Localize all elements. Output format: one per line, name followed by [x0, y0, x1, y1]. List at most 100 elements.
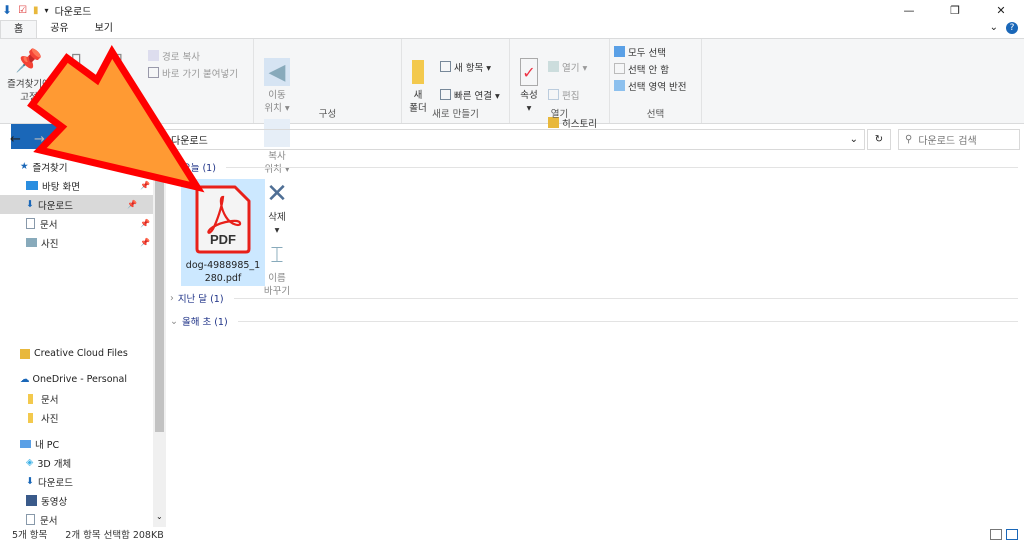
large-icons-view-button[interactable]: [1006, 529, 1018, 540]
refresh-button[interactable]: ↻: [867, 129, 891, 150]
sidebar-scroll-thumb[interactable]: [155, 157, 164, 432]
select-none-icon: [614, 63, 625, 74]
folder-icon: [405, 58, 431, 86]
tab-view[interactable]: 보기: [82, 20, 126, 38]
tab-home[interactable]: 홈: [0, 20, 38, 38]
folder-quick-icon[interactable]: ▮: [33, 5, 39, 16]
sidebar-item-pictures[interactable]: 사진 📌: [0, 233, 166, 252]
select-none-button[interactable]: 선택 안 함: [614, 60, 697, 77]
status-bar: 5개 항목 2개 항목 선택함 208KB: [0, 527, 1024, 541]
3d-objects-icon: ◈: [26, 457, 34, 468]
sidebar-item-onedrive-documents[interactable]: 문서: [0, 389, 166, 408]
pin-icon: 📌: [127, 200, 137, 209]
open-icon: [548, 61, 559, 72]
quick-access-dropdown[interactable]: ▾: [45, 6, 49, 15]
sidebar-item-desktop[interactable]: 바탕 화면 📌: [0, 176, 166, 195]
easy-access-icon: [440, 89, 451, 100]
group-header-last-month[interactable]: › 지난 달 (1): [170, 288, 1024, 308]
star-icon: ★: [20, 161, 29, 172]
select-group: 모두 선택 선택 안 함 선택 영역 반전 선택: [610, 39, 702, 123]
search-icon: ⚲: [905, 134, 913, 145]
pin-quick-access-button[interactable]: 📌 즐겨찾기에 고정: [4, 43, 54, 104]
sidebar-item-creative-cloud[interactable]: Creative Cloud Files: [0, 344, 166, 363]
paste-shortcut-icon: [148, 67, 159, 78]
file-item-pdf[interactable]: PDF dog-4988985_1280.pdf: [181, 179, 265, 286]
copy-icon: ▯: [70, 48, 83, 74]
sidebar-item-videos[interactable]: 동영상: [0, 491, 166, 510]
pc-icon: [20, 439, 31, 448]
chevron-right-icon: ›: [170, 292, 174, 304]
select-all-button[interactable]: 모두 선택: [614, 43, 697, 60]
new-group: 새 폴더 새 항목 ▾ 빠른 연결 ▾ 새로 만들기: [402, 39, 510, 123]
sidebar-item-favorites[interactable]: ★ 즐겨찾기: [0, 157, 166, 176]
file-list: ⌄ 오늘 (1) PDF dog-4988985_1280.pdf › 지난 달 (…: [170, 157, 1024, 527]
sidebar-item-this-pc[interactable]: 내 PC: [0, 434, 166, 453]
address-bar[interactable]: 다운로드 ⌄: [150, 129, 865, 150]
folder-icon: [28, 393, 33, 404]
svg-text:PDF: PDF: [210, 232, 236, 247]
pdf-file-icon: PDF: [195, 185, 251, 254]
folder-icon: [28, 412, 33, 423]
copy-button[interactable]: ▯: [57, 43, 95, 78]
paste-button[interactable]: ▯: [98, 43, 136, 78]
invert-selection-button[interactable]: 선택 영역 반전: [614, 77, 697, 94]
file-name: dog-4988985_1280.pdf: [185, 260, 261, 284]
edit-icon: [548, 89, 559, 100]
edit-button[interactable]: 편집: [548, 86, 597, 103]
paste-icon: ▯: [111, 48, 124, 74]
details-view-button[interactable]: [990, 529, 1002, 540]
new-item-icon: [440, 61, 451, 72]
properties-quick-icon[interactable]: ☑: [18, 5, 27, 16]
pin-icon: 📌: [15, 48, 43, 74]
download-icon: ⬇: [2, 3, 13, 17]
video-icon: [26, 495, 37, 506]
organize-group: ◀ 이동 위치 ▾ 복사 위치 ▾ ✕ 삭제 ▾ ⌶ 이름 바꾸기 구성: [254, 39, 402, 297]
window-title: 다운로드: [54, 6, 92, 18]
group-header-earlier-this-year[interactable]: ⌄ 올해 초 (1): [170, 311, 1024, 331]
close-button[interactable]: ✕: [978, 0, 1024, 20]
creative-cloud-icon: [20, 348, 30, 359]
scroll-down-icon[interactable]: ⌄: [156, 512, 163, 521]
maximize-button[interactable]: ❐: [932, 0, 978, 20]
easy-access-button[interactable]: 빠른 연결 ▾: [440, 86, 500, 103]
open-button[interactable]: 열기 ▾: [548, 58, 597, 75]
download-icon: ⬇: [26, 199, 34, 210]
pin-icon: 📌: [140, 238, 150, 247]
paste-shortcut-button[interactable]: 바로 가기 붙여넣기: [148, 64, 238, 81]
sidebar-item-downloads[interactable]: ⬇ 다운로드 📌: [0, 195, 153, 214]
pin-icon: 📌: [140, 181, 150, 190]
tab-share[interactable]: 공유: [37, 20, 81, 38]
navigation-pane: ★ 즐겨찾기 바탕 화면 📌 ⬇ 다운로드 📌 문서 📌 사진 📌 Creative Clo…: [0, 157, 166, 527]
copy-path-button[interactable]: 경로 복사: [148, 47, 238, 64]
group-header-today[interactable]: ⌄ 오늘 (1): [170, 157, 1024, 177]
title-bar: ⬇ ☑ ▮ ▾ 다운로드: [0, 0, 1024, 20]
download-icon: ⬇: [26, 476, 34, 487]
chevron-down-icon: ⌄: [170, 315, 178, 327]
sidebar-item-onedrive-pictures[interactable]: 사진: [0, 408, 166, 427]
copy-path-icon: [148, 50, 159, 61]
search-input[interactable]: ⚲ 다운로드 검색: [898, 129, 1020, 150]
forward-button[interactable]: →: [34, 132, 45, 147]
move-icon: ◀: [264, 58, 290, 86]
pin-icon: 📌: [140, 219, 150, 228]
sidebar-item-documents[interactable]: 문서 📌: [0, 214, 166, 233]
desktop-icon: [26, 181, 38, 190]
invert-selection-icon: [614, 80, 625, 91]
clipboard-group: 📌 즐겨찾기에 고정 ▯ ▯ 경로 복사 바로 가기 붙여넣기: [0, 39, 254, 123]
chevron-down-icon: ⌄: [170, 161, 178, 173]
sidebar-item-onedrive[interactable]: ☁ OneDrive - Personal: [0, 370, 166, 389]
picture-icon: [26, 238, 37, 247]
back-button[interactable]: ←: [10, 132, 21, 147]
document-icon: [26, 514, 35, 525]
ribbon: 📌 즐겨찾기에 고정 ▯ ▯ 경로 복사 바로 가기 붙여넣기 ◀ 이동 위치 ▾ …: [0, 38, 1024, 297]
item-count: 5개 항목: [12, 530, 48, 541]
sidebar-item-pc-downloads[interactable]: ⬇ 다운로드: [0, 472, 166, 491]
help-icon[interactable]: ?: [1006, 22, 1018, 34]
minimize-button[interactable]: —: [886, 0, 932, 20]
onedrive-icon: ☁: [20, 374, 30, 385]
address-dropdown-icon[interactable]: ⌄: [850, 134, 858, 145]
sidebar-item-3d-objects[interactable]: ◈ 3D 개체: [0, 453, 166, 472]
ribbon-collapse-icon[interactable]: ⌄: [990, 22, 998, 34]
properties-icon: ✓: [520, 58, 538, 86]
new-item-button[interactable]: 새 항목 ▾: [440, 58, 500, 75]
